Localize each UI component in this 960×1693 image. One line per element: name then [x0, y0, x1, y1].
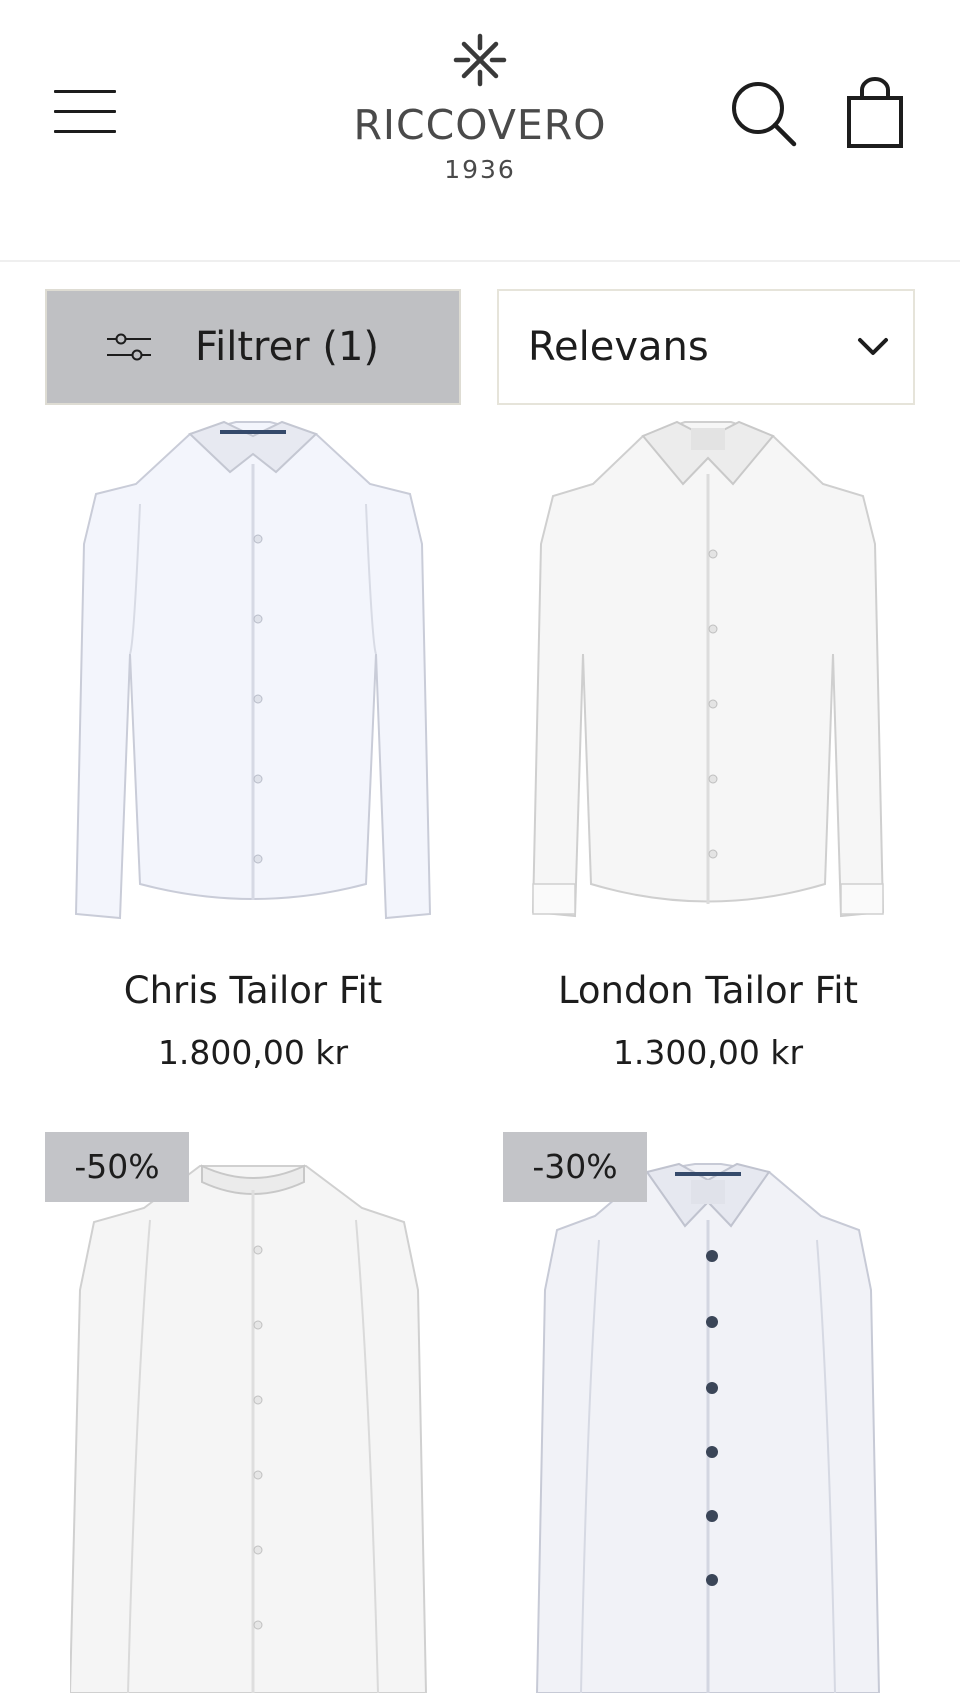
product-name[interactable]: London Tailor Fit	[500, 968, 916, 1014]
logo-cross-emblem-icon	[453, 33, 507, 87]
product-card[interactable]: Chris Tailor Fit 1.800,00 kr	[45, 410, 461, 1090]
product-card[interactable]: -30%	[503, 1132, 919, 1693]
product-price: 1.300,00 kr	[612, 1033, 804, 1072]
product-image-shirt	[74, 420, 432, 920]
product-image-shirt	[531, 420, 885, 918]
discount-badge: -50%	[45, 1132, 189, 1202]
discount-badge: -30%	[503, 1132, 647, 1202]
sort-dropdown[interactable]: Relevans	[497, 289, 915, 405]
product-image-shirt	[535, 1162, 881, 1693]
filter-sliders-icon	[107, 333, 151, 361]
hamburger-line	[54, 110, 116, 113]
site-header: RICCOVERO 1936	[0, 0, 960, 262]
hamburger-line	[54, 130, 116, 133]
product-card[interactable]: London Tailor Fit 1.300,00 kr	[500, 410, 916, 1090]
sort-selected-value: Relevans	[528, 324, 709, 370]
product-card[interactable]: -50%	[45, 1132, 461, 1693]
search-button[interactable]	[730, 80, 800, 150]
filter-button[interactable]: Filtrer (1)	[45, 289, 461, 405]
logo-wordmark: RICCOVERO	[353, 101, 607, 149]
chevron-down-icon	[858, 338, 888, 355]
hamburger-line	[54, 90, 116, 93]
product-price: 1.800,00 kr	[157, 1033, 349, 1072]
product-name[interactable]: Chris Tailor Fit	[45, 968, 461, 1014]
hamburger-menu-button[interactable]	[50, 84, 120, 140]
filter-label: Filtrer (1)	[195, 324, 380, 370]
logo-year: 1936	[444, 155, 516, 184]
cart-button[interactable]	[840, 76, 910, 150]
product-image-shirt	[70, 1164, 428, 1693]
shopping-bag-icon	[847, 77, 903, 148]
search-icon	[732, 82, 797, 147]
brand-logo-link[interactable]: RICCOVERO 1936	[330, 30, 630, 200]
